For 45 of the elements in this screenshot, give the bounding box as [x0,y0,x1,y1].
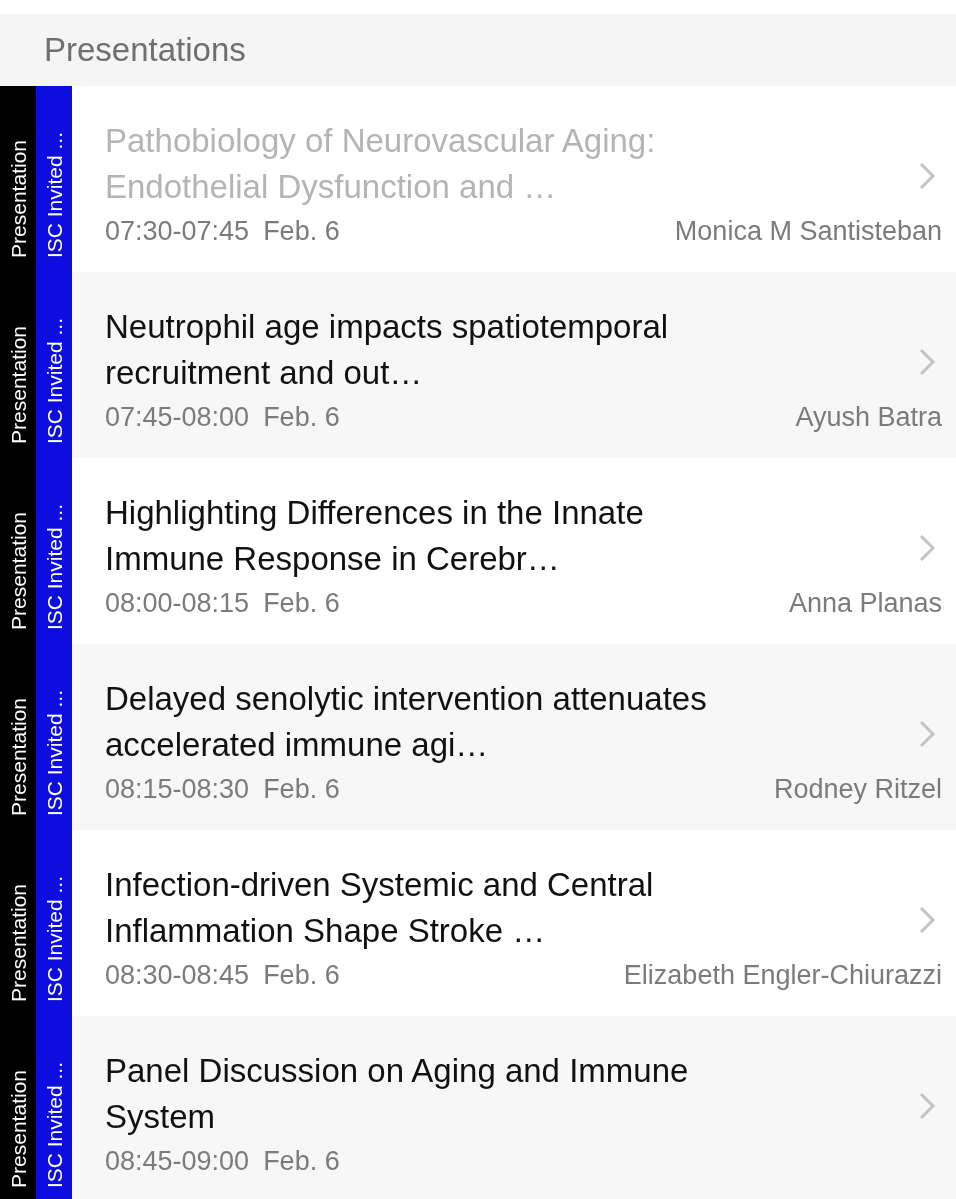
type-label: Presentation [7,140,29,258]
type-label: Presentation [7,884,29,1002]
presentation-title: Highlighting Differences in the Innate Immune Response in Cerebr… [105,492,645,579]
track-label: ISC Invited ... [43,689,65,816]
presentation-title: Pathobiology of Neurovascular Aging: Endothelial Dysfunction and … [105,120,657,207]
presentation-row[interactable]: Presentation ISC Invited ... Neutrophil age impacts spatiotemporal recruitment and out… 07:45-08:00 Feb. 6 Ayush Batra [0,272,956,458]
time-range: 07:30-07:45 [105,215,250,247]
speaker-name: Monica M Santisteban [674,215,942,247]
type-label: Presentation [7,698,29,816]
date-text: Feb. 6 [263,1145,340,1177]
chevron-right-icon [918,533,936,563]
speaker-name: Ayush Batra [795,401,942,433]
section-title: Presentations [44,31,246,69]
presentation-row[interactable]: Presentation ISC Invited ... Panel Discussion on Aging and Immune System 08:45-09:00 Feb. 6 [0,1016,956,1199]
time-range: 08:45-09:00 [105,1145,250,1177]
track-label: ISC Invited ... [43,875,65,1002]
type-label: Presentation [7,326,29,444]
speaker-name: Elizabeth Engler-Chiurazzi [623,959,942,991]
track-label: ISC Invited ... [43,317,65,444]
chevron-right-icon [918,161,936,191]
date-text: Feb. 6 [263,959,340,991]
chevron-right-icon [918,905,936,935]
time-range: 07:45-08:00 [105,401,250,433]
chevron-right-icon [918,347,936,377]
track-label: ISC Invited ... [43,131,65,258]
chevron-right-icon [918,1091,936,1121]
time-range: 08:30-08:45 [105,959,250,991]
time-range: 08:00-08:15 [105,587,250,619]
date-text: Feb. 6 [263,215,340,247]
presentation-title: Panel Discussion on Aging and Immune System [105,1050,690,1137]
presentation-row[interactable]: Presentation ISC Invited ... Delayed senolytic intervention attenuates accelerated immune agi… 08:15-08:30 Feb. 6 Rodney Ritzel [0,644,956,830]
track-label: ISC Invited ... [43,1061,65,1188]
date-text: Feb. 6 [263,773,340,805]
date-text: Feb. 6 [263,587,340,619]
presentation-title: Neutrophil age impacts spatiotemporal recruitment and out… [105,306,670,393]
track-label: ISC Invited ... [43,503,65,630]
type-label: Presentation [7,1070,29,1188]
chevron-right-icon [918,719,936,749]
time-range: 08:15-08:30 [105,773,250,805]
speaker-name: Rodney Ritzel [773,773,942,805]
date-text: Feb. 6 [263,401,340,433]
presentation-title: Infection-driven Systemic and Central Inflammation Shape Stroke … [105,864,655,951]
speaker-name: Anna Planas [788,587,942,619]
type-label: Presentation [7,512,29,630]
presentation-title: Delayed senolytic intervention attenuates accelerated immune agi… [105,678,708,765]
